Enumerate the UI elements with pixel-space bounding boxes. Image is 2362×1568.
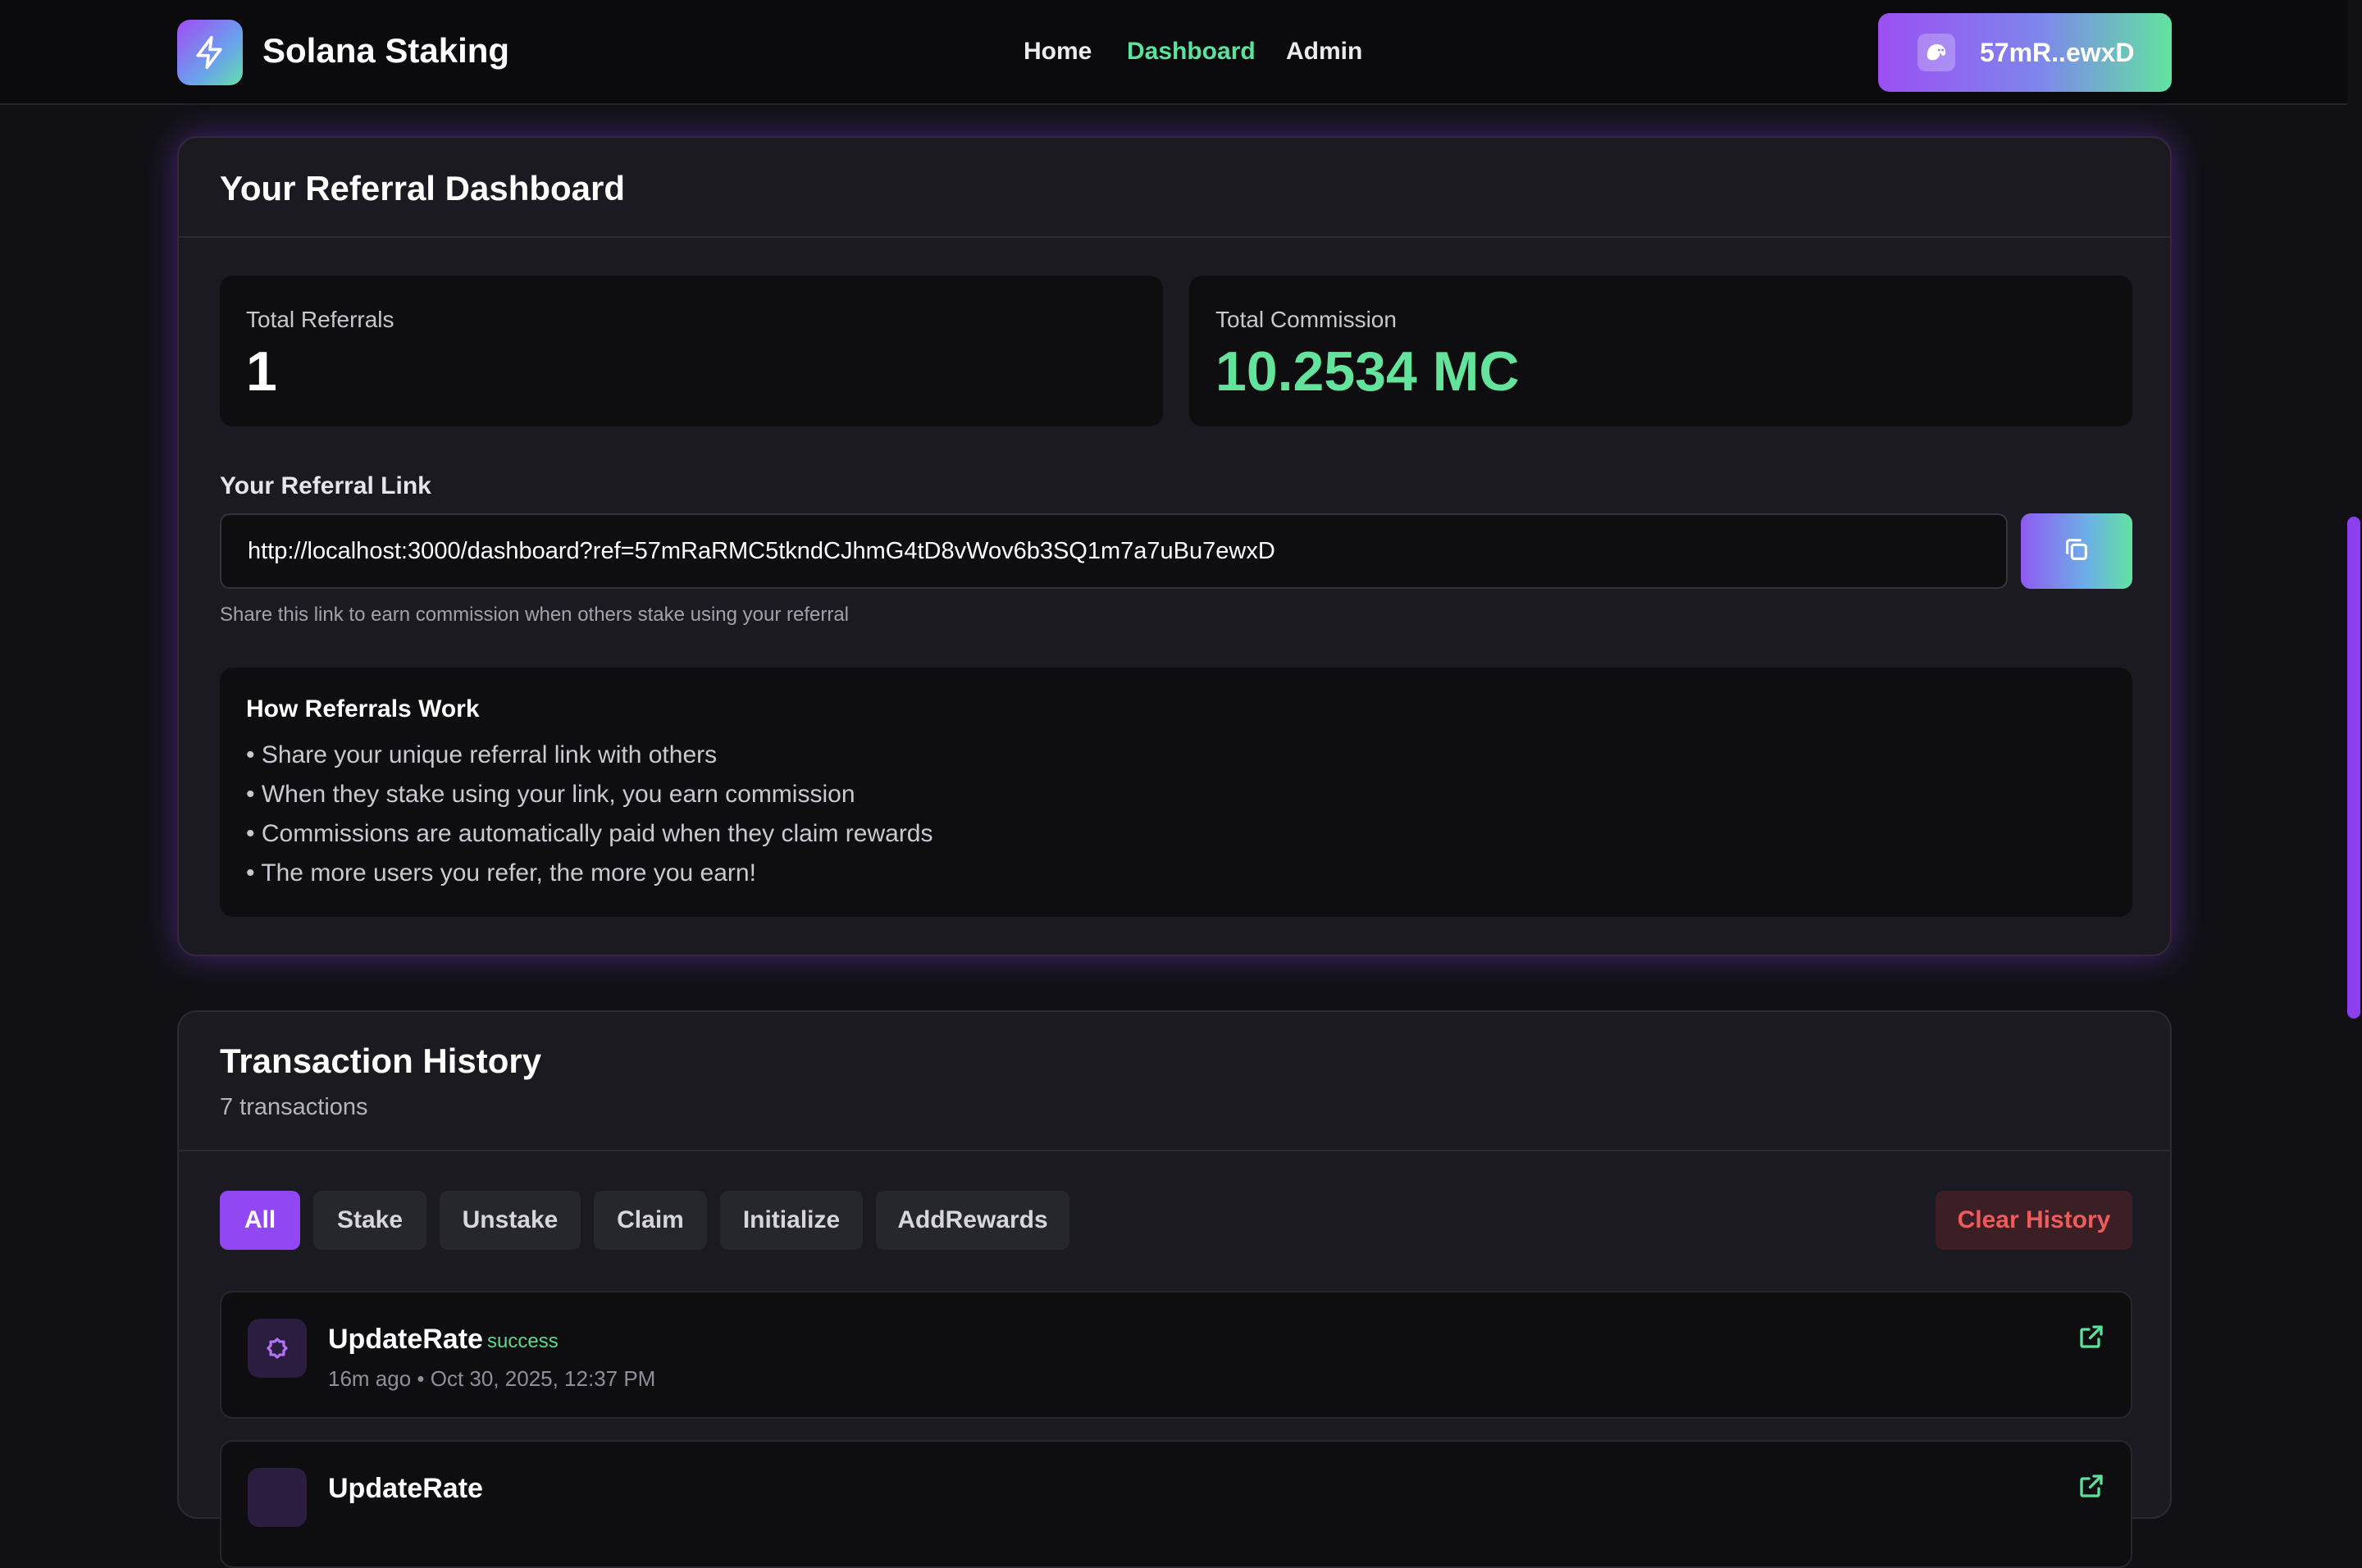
stat-label: Total Referrals [246, 307, 394, 332]
referral-dashboard-card: Your Referral Dashboard Total Referrals … [177, 136, 2172, 956]
settings-badge-icon [248, 1319, 307, 1378]
transaction-status: success [487, 1330, 559, 1352]
card-divider [179, 236, 2170, 238]
external-link-icon[interactable] [2077, 1471, 2106, 1505]
total-referrals-stat: Total Referrals 1 [220, 276, 1163, 426]
transaction-count: 7 transactions [220, 1094, 368, 1120]
copy-button[interactable] [2021, 513, 2132, 589]
referral-link-input[interactable] [220, 513, 2008, 589]
how-referrals-work-box: How Referrals Work • Share your unique r… [220, 668, 2132, 917]
scrollbar-thumb[interactable] [2347, 517, 2360, 1019]
total-commission-stat: Total Commission 10.2534 MC [1189, 276, 2132, 426]
transaction-history-card: Transaction History 7 transactions All S… [177, 1010, 2172, 1568]
how-item: • Share your unique referral link with o… [246, 741, 718, 768]
nav-admin[interactable]: Admin [1286, 38, 1362, 66]
settings-badge-icon [248, 1468, 307, 1527]
referral-help-text: Share this link to earn commission when … [220, 604, 850, 626]
filter-unstake[interactable]: Unstake [440, 1191, 581, 1250]
nav-dashboard[interactable]: Dashboard [1127, 38, 1256, 66]
filter-claim[interactable]: Claim [594, 1191, 707, 1250]
stat-value: 1 [246, 340, 277, 403]
how-item: • When they stake using your link, you e… [246, 781, 855, 808]
transaction-type: UpdateRate [328, 1324, 483, 1355]
copy-icon [2063, 536, 2091, 567]
referral-link-label: Your Referral Link [220, 472, 431, 499]
clear-history-button[interactable]: Clear History [1936, 1191, 2132, 1250]
stat-value: 10.2534 MC [1215, 340, 1520, 403]
wallet-button[interactable]: 57mR..ewxD [1878, 13, 2172, 92]
filter-all[interactable]: All [220, 1191, 300, 1250]
nav-home[interactable]: Home [1024, 38, 1092, 66]
transaction-row[interactable]: UpdateRate [220, 1440, 2132, 1568]
history-title: Transaction History [220, 1042, 542, 1080]
how-title: How Referrals Work [246, 695, 480, 722]
brand-name[interactable]: Solana Staking [262, 31, 509, 71]
transaction-row[interactable]: UpdateRate success 16m ago • Oct 30, 202… [220, 1291, 2132, 1419]
wallet-address: 57mR..ewxD [1980, 37, 2135, 67]
phantom-ghost-icon [1917, 34, 1955, 71]
how-item: • Commissions are automatically paid whe… [246, 820, 933, 847]
stat-label: Total Commission [1215, 307, 1397, 332]
external-link-icon[interactable] [2077, 1322, 2106, 1356]
card-divider [179, 1150, 2170, 1151]
lightning-bolt-icon[interactable] [177, 20, 243, 85]
page-scrollbar[interactable] [2346, 0, 2362, 1476]
transaction-type: UpdateRate [328, 1473, 483, 1504]
filter-stake[interactable]: Stake [313, 1191, 426, 1250]
referral-title: Your Referral Dashboard [220, 169, 626, 207]
how-item: • The more users you refer, the more you… [246, 859, 756, 887]
filter-initialize[interactable]: Initialize [720, 1191, 863, 1250]
transaction-time: 16m ago • Oct 30, 2025, 12:37 PM [328, 1366, 656, 1391]
top-navbar: Solana Staking Home Dashboard Admin 57mR… [0, 0, 2347, 105]
filter-addrewards[interactable]: AddRewards [876, 1191, 1069, 1250]
